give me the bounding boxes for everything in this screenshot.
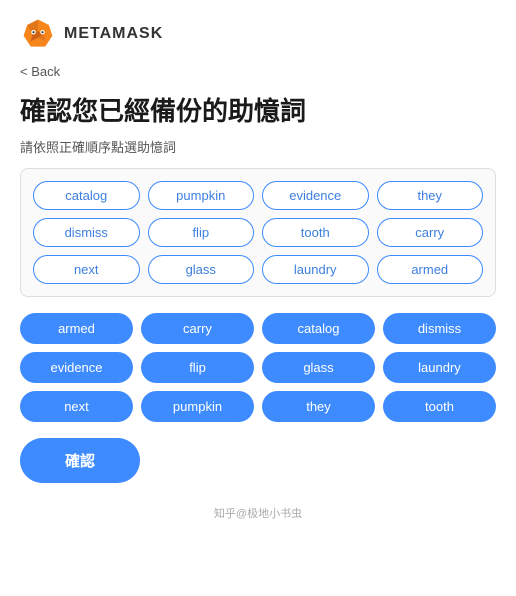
selected-word-chip[interactable]: carry <box>141 313 254 344</box>
selected-word-chip[interactable]: next <box>20 391 133 422</box>
word-pool-chip[interactable]: armed <box>377 255 484 284</box>
selected-word-chip[interactable]: dismiss <box>383 313 496 344</box>
selected-word-chip[interactable]: catalog <box>262 313 375 344</box>
metamask-fox-icon <box>20 16 56 52</box>
selected-word-chip[interactable]: tooth <box>383 391 496 422</box>
selected-word-chip[interactable]: laundry <box>383 352 496 383</box>
word-pool-chip[interactable]: tooth <box>262 218 369 247</box>
back-link[interactable]: < Back <box>0 60 516 87</box>
footer-watermark: 知乎@极地小书虫 <box>0 499 516 531</box>
word-pool-chip[interactable]: carry <box>377 218 484 247</box>
word-pool-grid: catalog pumpkinevidence they dismiss fliptoo… <box>33 181 483 284</box>
page-subtitle: 請依照正確順序點選助憶詞 <box>0 137 516 168</box>
selected-word-chip[interactable]: they <box>262 391 375 422</box>
word-pool-chip[interactable]: glass <box>148 255 255 284</box>
word-pool-container: catalog pumpkinevidence they dismiss fliptoo… <box>20 168 496 297</box>
word-pool-chip[interactable]: catalog <box>33 181 140 210</box>
selected-word-chip[interactable]: armed <box>20 313 133 344</box>
word-pool-chip[interactable]: dismiss <box>33 218 140 247</box>
selected-word-chip[interactable]: flip <box>141 352 254 383</box>
word-pool-chip[interactable]: flip <box>148 218 255 247</box>
page-title: 確認您已經備份的助憶詞 <box>0 87 516 137</box>
selected-words-grid: armed carry catalog dismiss evidence flip glas… <box>20 313 496 422</box>
word-pool-chip[interactable]: laundry <box>262 255 369 284</box>
word-pool-chip[interactable]: pumpkin <box>148 181 255 210</box>
selected-words-container: armed carry catalog dismiss evidence flip glas… <box>20 313 496 422</box>
metamask-title: METAMASK <box>64 25 163 43</box>
selected-word-chip[interactable]: pumpkin <box>141 391 254 422</box>
confirm-button[interactable]: 確認 <box>20 438 140 483</box>
selected-word-chip[interactable]: glass <box>262 352 375 383</box>
selected-word-chip[interactable]: evidence <box>20 352 133 383</box>
word-pool-chip[interactable]: evidence <box>262 181 369 210</box>
header: METAMASK <box>0 0 516 60</box>
word-pool-chip[interactable]: next <box>33 255 140 284</box>
word-pool-chip[interactable]: they <box>377 181 484 210</box>
